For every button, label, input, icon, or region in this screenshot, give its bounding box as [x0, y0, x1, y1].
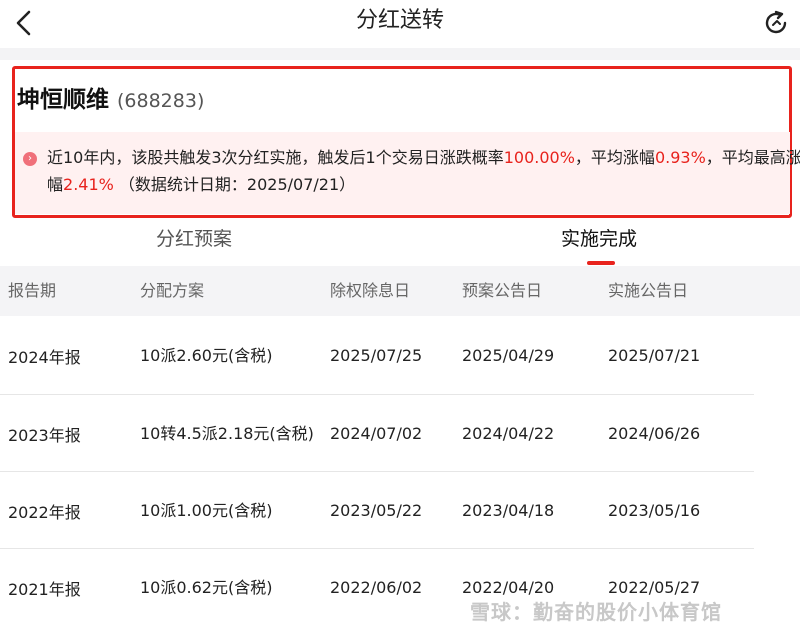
- column-header-ex-date: 除权除息日: [330, 281, 411, 300]
- stats-avg-gain: 0.93%: [654, 148, 706, 167]
- stock-code: (688283): [117, 90, 205, 112]
- cell-report-period: 2024年报: [8, 347, 81, 367]
- cell-implement-announce-date: 2023/05/16: [608, 501, 701, 520]
- cell-plan-announce-date: 2023/04/18: [462, 501, 555, 520]
- cell-plan-announce-date: 2024/04/22: [462, 424, 555, 443]
- refresh-button[interactable]: [762, 8, 792, 38]
- cell-report-period: 2022年报: [8, 502, 81, 522]
- refresh-icon: [765, 10, 787, 34]
- cell-ex-date: 2023/05/22: [330, 501, 423, 520]
- column-header-plan-announce-date: 预案公告日: [462, 281, 543, 300]
- table-row: 2024年报 10派2.60元(含税) 2025/07/25 2025/04/2…: [0, 317, 800, 394]
- cell-plan-announce-date: 2025/04/29: [462, 346, 555, 365]
- cell-plan: 10派0.62元(含税): [140, 577, 273, 597]
- cell-ex-date: 2024/07/02: [330, 424, 423, 443]
- dividend-stats-panel: › 近10年内，该股共触发3次分红实施，触发后1个交易日涨跌概率100.00%，…: [15, 132, 800, 214]
- stock-header: 坤恒顺维 (688283): [17, 80, 204, 116]
- table-row: 2023年报 10转4.5派2.18元(含税) 2024/07/02 2024/…: [0, 395, 800, 472]
- info-dot-icon: ›: [23, 152, 37, 166]
- stats-text-part2: ，平均涨幅: [574, 148, 655, 167]
- stats-text-part1: 近10年内，该股共触发3次分红实施，触发后1个交易日涨跌概率: [47, 148, 504, 167]
- top-bar: 分红送转: [0, 0, 800, 48]
- cell-plan: 10派2.60元(含税): [140, 345, 273, 365]
- header-separator: [0, 48, 800, 60]
- column-header-report-period: 报告期: [8, 281, 57, 300]
- active-tab-indicator: [587, 261, 615, 265]
- stock-name: 坤恒顺维: [17, 87, 109, 113]
- cell-report-period: 2021年报: [8, 579, 81, 599]
- dividend-stats-text: 近10年内，该股共触发3次分红实施，触发后1个交易日涨跌概率100.00%，平均…: [47, 144, 800, 198]
- watermark: 雪球：勤奋的股价小体育馆: [470, 600, 722, 624]
- cell-plan: 10派1.00元(含税): [140, 500, 273, 520]
- cell-implement-announce-date: 2024/06/26: [608, 424, 701, 443]
- tab-completed[interactable]: 实施完成: [561, 224, 637, 254]
- column-header-implement-announce-date: 实施公告日: [608, 281, 689, 300]
- cell-implement-announce-date: 2025/07/21: [608, 346, 701, 365]
- column-header-plan: 分配方案: [140, 281, 205, 300]
- cell-ex-date: 2025/07/25: [330, 346, 423, 365]
- cell-plan: 10转4.5派2.18元(含税): [140, 423, 314, 443]
- table-row: 2022年报 10派1.00元(含税) 2023/05/22 2023/04/1…: [0, 472, 800, 549]
- table-header: 报告期 分配方案 除权除息日 预案公告日 实施公告日: [0, 266, 800, 316]
- stats-text-part4: （数据统计日期：2025/07/21）: [113, 175, 356, 194]
- stats-probability: 100.00%: [503, 148, 575, 167]
- page-title: 分红送转: [355, 8, 444, 33]
- tab-dividend-plan[interactable]: 分红预案: [156, 224, 232, 254]
- cell-ex-date: 2022/06/02: [330, 578, 423, 597]
- stats-max-gain: 2.41%: [63, 175, 114, 194]
- cell-report-period: 2023年报: [8, 425, 81, 445]
